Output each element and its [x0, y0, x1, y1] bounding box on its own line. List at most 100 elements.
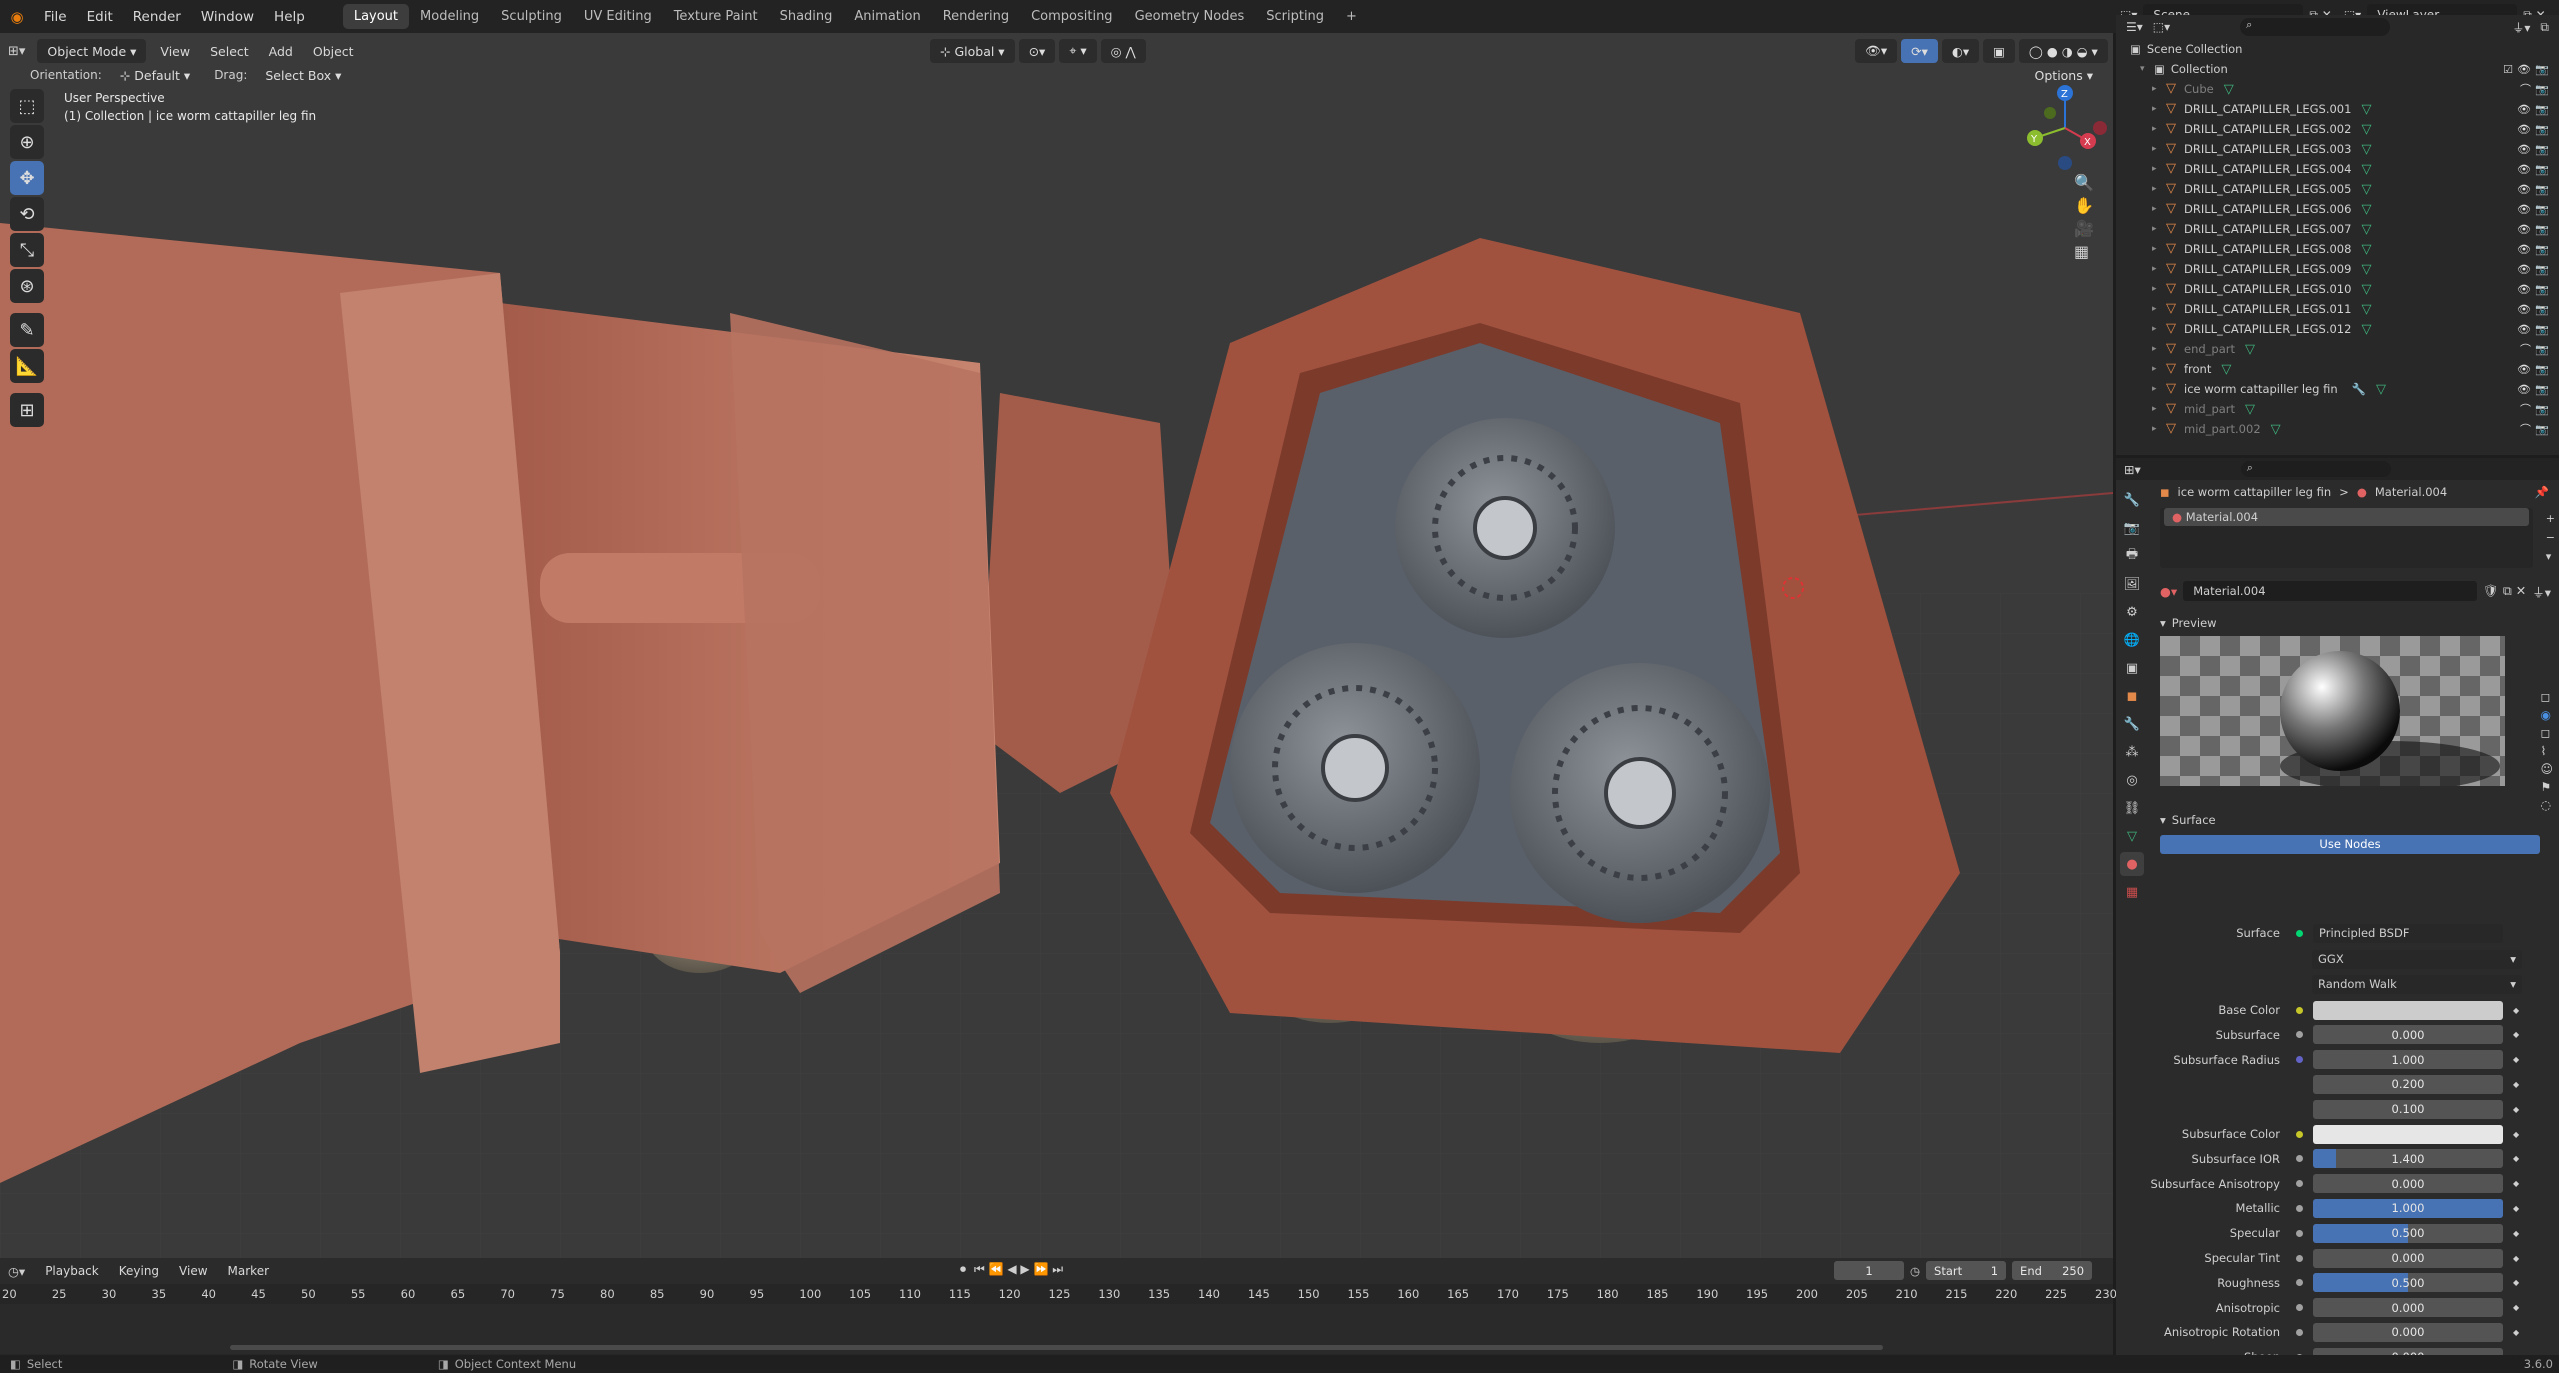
view-layer-tab-icon[interactable]: 🖼 [2120, 572, 2144, 596]
gizmo-toggle-icon[interactable]: ⟳▾ [1901, 39, 1938, 63]
preview-sphere-icon[interactable]: ◉ [2540, 708, 2553, 722]
preview-flat-icon[interactable]: ◻ [2540, 690, 2553, 704]
camera-icon[interactable]: 📷 [2535, 383, 2549, 396]
viewport-menu-add[interactable]: Add [259, 44, 303, 59]
current-frame-field[interactable]: 1 [1834, 1261, 1904, 1280]
number-field[interactable]: 0.000 [2313, 1025, 2503, 1045]
eye-icon[interactable]: 👁 [2517, 163, 2531, 176]
link-icon[interactable]: ⏚▾ [2532, 582, 2551, 601]
collection-row[interactable]: ▾ ▣ Collection ☑ 👁 📷 [2130, 59, 2559, 79]
expand-arrow-icon[interactable]: ▸ [2152, 364, 2166, 374]
material-browse-icon[interactable]: ●▾ [2160, 584, 2177, 599]
expand-arrow-icon[interactable]: ▸ [2152, 124, 2166, 134]
frame-ruler[interactable]: 20 25 30 35 40 45 50 55 60 65 70 75 80 85 90 95 100 105 11… [0, 1284, 2117, 1304]
mesh-data-icon[interactable]: ▽ [2361, 262, 2371, 277]
viewport-menu-object[interactable]: Object [303, 44, 364, 59]
add-cube-tool-icon[interactable]: ⊞ [10, 393, 44, 427]
filter-icon[interactable]: ⏚▾ [2512, 19, 2530, 36]
expand-arrow-icon[interactable]: ▸ [2152, 264, 2166, 274]
camera-icon[interactable]: 📷 [2535, 243, 2549, 256]
workspace-tab-rendering[interactable]: Rendering [932, 4, 1020, 29]
workspace-tab-sculpting[interactable]: Sculpting [490, 4, 573, 29]
workspace-tab-geometry-nodes[interactable]: Geometry Nodes [1124, 4, 1256, 29]
clock-icon[interactable]: ◷ [1910, 1264, 1920, 1278]
mesh-data-icon[interactable]: ▽ [2361, 302, 2371, 317]
camera-icon[interactable]: 📷 [2535, 323, 2549, 336]
subsurface-method-dropdown[interactable]: Random Walk ▾ [2312, 974, 2522, 994]
eye-closed-icon[interactable]: ⌒ [2520, 421, 2531, 437]
number-field[interactable]: 1.000 [2313, 1050, 2503, 1070]
pivot-point-icon[interactable]: ⊙▾ [1018, 39, 1056, 63]
outliner-item[interactable]: ▸ ▽ DRILL_CATAPILLER_LEGS.003 ▽ 👁 📷 [2130, 139, 2559, 159]
xray-icon[interactable]: ▣ [1983, 39, 2015, 63]
workspace-tab-shading[interactable]: Shading [769, 4, 844, 29]
expand-arrow-icon[interactable]: ▸ [2152, 284, 2166, 294]
camera-icon[interactable]: 📷 [2535, 223, 2549, 236]
mesh-data-icon[interactable]: ▽ [2271, 422, 2281, 437]
eye-icon[interactable]: 👁 [2517, 263, 2531, 276]
3d-viewport[interactable]: ⊞▾ Object Mode ▾ View Select Add Object ⊹ G… [0, 33, 2113, 1258]
keyframe-dot-icon[interactable]: ◆ [2513, 1278, 2519, 1287]
number-field[interactable]: 0.000 [2313, 1322, 2503, 1342]
expand-arrow-icon[interactable]: ▸ [2152, 104, 2166, 114]
outliner-item[interactable]: ▸ ▽ DRILL_CATAPILLER_LEGS.012 ▽ 👁 📷 [2130, 319, 2559, 339]
camera-icon[interactable]: 📷 [2535, 283, 2549, 296]
blender-logo-icon[interactable]: ◉ [0, 8, 34, 26]
editor-type-icon[interactable]: ⊞▾ [8, 44, 25, 59]
expand-arrow-icon[interactable]: ▸ [2152, 204, 2166, 214]
eye-icon[interactable]: 👁 [2517, 323, 2531, 336]
expand-arrow-icon[interactable]: ▸ [2152, 344, 2166, 354]
eye-icon[interactable]: 👁 [2517, 203, 2531, 216]
transform-orientation-selector[interactable]: ⊹ Global ▾ [930, 39, 1015, 63]
camera-icon[interactable]: 📷 [2535, 183, 2549, 196]
transform-tool-icon[interactable]: ⊛ [10, 269, 44, 303]
measure-tool-icon[interactable]: 📐 [10, 349, 44, 383]
number-field[interactable]: 0.500 [2313, 1223, 2503, 1243]
camera-icon[interactable]: 📷 [2535, 403, 2549, 416]
workspace-tab-uv-editing[interactable]: UV Editing [573, 4, 663, 29]
mesh-data-icon[interactable]: ▽ [2361, 322, 2371, 337]
expand-arrow-icon[interactable]: ▸ [2152, 404, 2166, 414]
mesh-data-icon[interactable]: ▽ [2361, 282, 2371, 297]
overlays-icon[interactable]: ◐▾ [1941, 39, 1980, 63]
rotate-tool-icon[interactable]: ⟲ [10, 197, 44, 231]
scene-tab-icon[interactable]: ⚙ [2120, 600, 2144, 624]
move-tool-icon[interactable]: ✥ [10, 161, 44, 195]
outliner-item[interactable]: ▸ ▽ ice worm cattapiller leg fin 🔧 ▽ 👁 📷 [2130, 379, 2559, 399]
modifier-wrench-icon[interactable]: 🔧 [2352, 382, 2366, 396]
preview-panel-header[interactable]: Preview [2172, 616, 2217, 630]
mesh-data-icon[interactable]: ▽ [2361, 162, 2371, 177]
outliner-item[interactable]: ▸ ▽ DRILL_CATAPILLER_LEGS.005 ▽ 👁 📷 [2130, 179, 2559, 199]
keyframe-dot-icon[interactable]: ◆ [2513, 1204, 2519, 1213]
record-icon[interactable]: ⏺ [960, 1262, 966, 1277]
mesh-data-icon[interactable]: ▽ [2224, 82, 2234, 97]
annotate-tool-icon[interactable]: ✎ [10, 313, 44, 347]
number-field[interactable]: 0.000 [2313, 1248, 2503, 1268]
expand-arrow-icon[interactable]: ▸ [2152, 324, 2166, 334]
outliner-item[interactable]: ▸ ▽ mid_part ▽ ⌒ 📷 [2130, 399, 2559, 419]
collection-tab-icon[interactable]: ▣ [2120, 656, 2144, 680]
eye-closed-icon[interactable]: ⌒ [2520, 81, 2531, 97]
eye-icon[interactable]: 👁 [2517, 183, 2531, 196]
shading-modes-icon[interactable]: ◯ ● ◑ ◒ ▾ [2018, 39, 2108, 63]
outliner-item[interactable]: ▸ ▽ DRILL_CATAPILLER_LEGS.009 ▽ 👁 📷 [2130, 259, 2559, 279]
workspace-tab-texture-paint[interactable]: Texture Paint [663, 4, 769, 29]
workspace-tab-modeling[interactable]: Modeling [409, 4, 490, 29]
end-frame-field[interactable]: End 250 [2012, 1261, 2093, 1280]
render-tab-icon[interactable]: 📷 [2120, 516, 2144, 540]
start-frame-field[interactable]: Start 1 [1926, 1261, 2007, 1280]
keyframe-dot-icon[interactable]: ◆ [2513, 1179, 2519, 1188]
keyframe-dot-icon[interactable]: ◆ [2513, 1303, 2519, 1312]
workspace-tab-scripting[interactable]: Scripting [1255, 4, 1335, 29]
ortho-toggle-icon[interactable]: ▦ [2074, 242, 2094, 261]
particles-tab-icon[interactable]: ⁂ [2120, 740, 2144, 764]
pin-icon[interactable]: 📌 [2535, 485, 2549, 499]
eye-icon[interactable]: 👁 [2517, 223, 2531, 236]
eye-icon[interactable]: 👁 [2517, 283, 2531, 296]
outliner-item[interactable]: ▸ ▽ DRILL_CATAPILLER_LEGS.008 ▽ 👁 📷 [2130, 239, 2559, 259]
mesh-data-icon[interactable]: ▽ [2376, 382, 2386, 397]
eye-icon[interactable]: 👁 [2517, 383, 2531, 396]
timeline-menu-view[interactable]: View [169, 1264, 217, 1278]
keyframe-dot-icon[interactable]: ◆ [2513, 1130, 2519, 1139]
collection-checkbox[interactable]: ☑ [2503, 63, 2513, 76]
